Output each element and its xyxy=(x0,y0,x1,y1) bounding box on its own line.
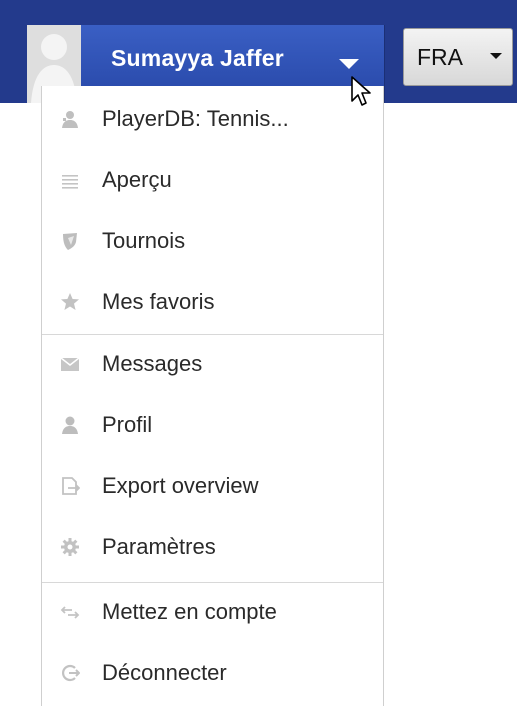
player-icon xyxy=(62,111,78,128)
language-selector[interactable]: FRA xyxy=(403,28,513,86)
export-icon xyxy=(62,477,80,495)
star-icon xyxy=(61,293,79,310)
menu-item-export[interactable]: Export overview xyxy=(42,461,383,511)
shield-icon xyxy=(63,233,77,250)
menu-item-label: Profil xyxy=(102,412,153,437)
menu-item-favoris[interactable]: Mes favoris xyxy=(42,277,383,327)
chevron-down-icon xyxy=(339,59,359,69)
logout-icon xyxy=(62,664,80,682)
envelope-icon xyxy=(60,357,80,371)
menu-item-label: Mettez en compte xyxy=(102,599,277,624)
menu-item-label: Tournois xyxy=(102,228,186,253)
menu-divider xyxy=(42,582,383,583)
menu-item-mettez-en-compte[interactable]: Mettez en compte xyxy=(42,587,383,637)
menu-item-parametres[interactable]: Paramètres xyxy=(42,522,383,572)
language-label: FRA xyxy=(417,44,463,70)
chevron-down-icon xyxy=(490,53,502,59)
user-dropdown-menu: PlayerDB: Tennis... Aperçu Tournois Mes … xyxy=(41,86,384,706)
user-name: Sumayya Jaffer xyxy=(111,45,284,71)
menu-item-messages[interactable]: Messages xyxy=(42,339,383,389)
menu-item-tournois[interactable]: Tournois xyxy=(42,216,383,266)
menu-item-label: Paramètres xyxy=(102,534,216,559)
menu-item-label: PlayerDB: Tennis... xyxy=(102,106,289,131)
menu-item-playerdb[interactable]: PlayerDB: Tennis... xyxy=(42,94,383,144)
menu-item-label: Mes favoris xyxy=(102,289,215,314)
menu-item-label: Export overview xyxy=(102,473,259,498)
menu-item-deconnecter[interactable]: Déconnecter xyxy=(42,648,383,698)
menu-item-apercu[interactable]: Aperçu xyxy=(42,155,383,205)
user-icon xyxy=(62,416,78,434)
menu-item-label: Aperçu xyxy=(102,167,172,192)
gear-icon xyxy=(61,538,79,556)
menu-divider xyxy=(42,334,383,335)
switch-icon xyxy=(60,606,80,619)
menu-item-label: Déconnecter xyxy=(102,660,227,685)
menu-item-label: Messages xyxy=(102,351,203,376)
menu-item-profil[interactable]: Profil xyxy=(42,400,383,450)
list-icon xyxy=(62,175,78,189)
mouse-cursor-icon xyxy=(351,76,371,106)
